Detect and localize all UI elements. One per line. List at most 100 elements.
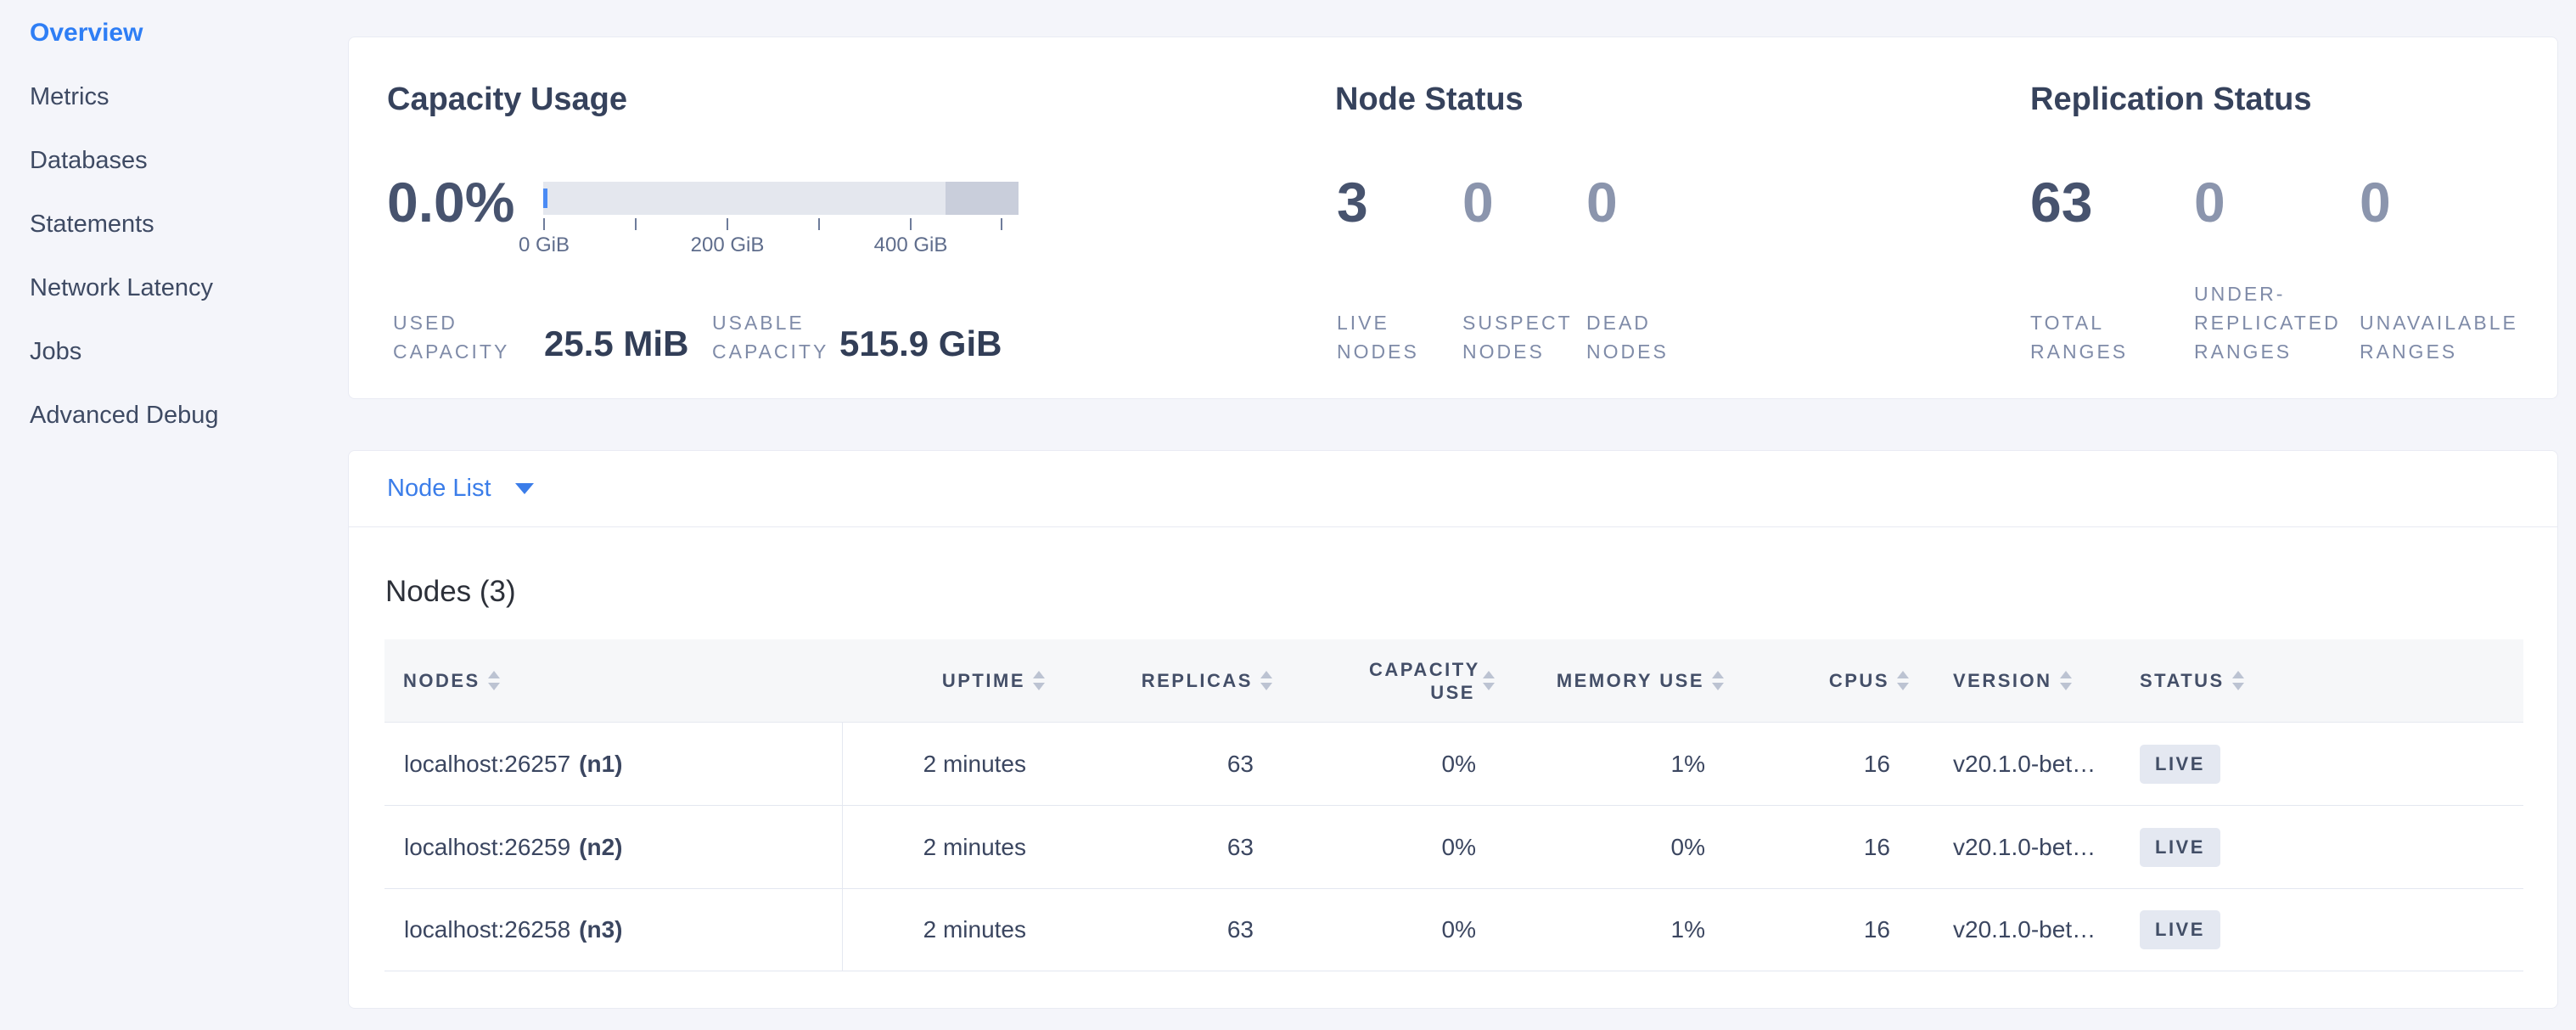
gauge-tick-label-200: 200 GiB — [691, 234, 765, 257]
table-row-node-3[interactable]: localhost:26258 (n3) 2 minutes 63 0% 1% … — [384, 889, 2523, 971]
gauge-tick — [818, 218, 820, 230]
gauge-tick-label-400: 400 GiB — [874, 234, 948, 257]
column-header-label: MEMORY USE — [1557, 670, 1704, 692]
sidebar-item-jobs[interactable]: Jobs — [0, 339, 348, 364]
memory-use-cell: 0% — [1505, 806, 1734, 888]
gauge-tick-label-0: 0 GiB — [519, 234, 570, 257]
under-replicated-ranges-count: 0 — [2194, 172, 2225, 233]
total-ranges-label: TOTAL RANGES — [2030, 308, 2153, 366]
live-nodes-count: 3 — [1337, 172, 1368, 233]
replication-status-title: Replication Status — [2030, 82, 2312, 117]
replicas-cell: 63 — [1055, 806, 1282, 888]
suspect-nodes-label: SUSPECT NODES — [1462, 308, 1594, 366]
node-id: (n2) — [579, 834, 622, 861]
status-cell: LIVE — [2114, 806, 2523, 888]
node-id: (n3) — [579, 916, 622, 943]
capacity-used-percent: 0.0% — [387, 172, 514, 233]
memory-use-cell: 1% — [1505, 723, 1734, 805]
table-row-node-2[interactable]: localhost:26259 (n2) 2 minutes 63 0% 0% … — [384, 806, 2523, 889]
gauge-tick — [635, 218, 637, 230]
suspect-nodes-count: 0 — [1462, 172, 1494, 233]
node-status-title: Node Status — [1335, 82, 1524, 117]
node-address: localhost:26257 — [404, 751, 570, 778]
column-header-label: NODES — [403, 670, 480, 692]
status-cell: LIVE — [2114, 723, 2523, 805]
version-cell: v20.1.0-bet… — [1919, 723, 2114, 805]
unavailable-ranges-label: UNAVAILABLE RANGES — [2360, 308, 2563, 366]
capacity-gauge-reserved-segment — [946, 182, 1019, 215]
replicas-cell: 63 — [1055, 889, 1282, 971]
used-capacity-value: 25.5 MiB — [544, 324, 688, 364]
nodes-table: NODES UPTIME REPLICAS CAPACITY USE MEMOR… — [384, 639, 2523, 971]
sidebar-item-databases[interactable]: Databases — [0, 148, 348, 173]
sidebar-item-statements[interactable]: Statements — [0, 211, 348, 237]
usable-capacity-value: 515.9 GiB — [839, 324, 1002, 364]
sort-icon — [1712, 671, 1724, 690]
live-nodes-label: LIVE NODES — [1337, 308, 1460, 366]
column-header-label: UPTIME — [942, 670, 1025, 692]
column-header-status[interactable]: STATUS — [2114, 639, 2523, 722]
column-header-label: VERSION — [1953, 670, 2052, 692]
cpus-cell: 16 — [1734, 889, 1919, 971]
sidebar-item-metrics[interactable]: Metrics — [0, 84, 348, 110]
dead-nodes-label: DEAD NODES — [1586, 308, 1701, 366]
column-header-uptime[interactable]: UPTIME — [843, 639, 1055, 722]
column-header-memory-use[interactable]: MEMORY USE — [1505, 639, 1734, 722]
sidebar-item-overview[interactable]: Overview — [0, 20, 348, 46]
sidebar-item-advanced-debug[interactable]: Advanced Debug — [0, 402, 348, 428]
capacity-gauge — [543, 182, 1019, 215]
column-header-label: CAPACITY USE — [1369, 658, 1475, 704]
sort-icon — [2232, 671, 2244, 690]
sort-icon — [1897, 671, 1909, 690]
status-badge: LIVE — [2140, 828, 2220, 867]
uptime-cell: 2 minutes — [843, 806, 1055, 888]
node-list-dropdown-label: Node List — [387, 475, 491, 503]
column-header-nodes[interactable]: NODES — [384, 639, 843, 722]
node-address-cell: localhost:26259 (n2) — [384, 806, 843, 888]
column-header-version[interactable]: VERSION — [1919, 639, 2114, 722]
status-badge: LIVE — [2140, 745, 2220, 784]
sidebar-item-network-latency[interactable]: Network Latency — [0, 275, 348, 301]
gauge-tick — [1001, 218, 1002, 230]
uptime-cell: 2 minutes — [843, 889, 1055, 971]
capacity-use-cell: 0% — [1282, 806, 1505, 888]
column-header-capacity-use[interactable]: CAPACITY USE — [1282, 639, 1505, 722]
column-header-replicas[interactable]: REPLICAS — [1055, 639, 1282, 722]
capacity-gauge-used-segment — [543, 189, 547, 208]
sort-icon — [1483, 671, 1495, 690]
column-header-label: STATUS — [2140, 670, 2225, 692]
uptime-cell: 2 minutes — [843, 723, 1055, 805]
gauge-tick — [543, 218, 545, 230]
status-badge: LIVE — [2140, 910, 2220, 949]
cluster-summary-card: Capacity Usage 0.0% 0 GiB 200 GiB 400 Gi… — [348, 37, 2558, 399]
node-address: localhost:26259 — [404, 834, 570, 861]
usable-capacity-label: USABLE CAPACITY — [712, 308, 861, 366]
sort-icon — [2060, 671, 2072, 690]
version-cell: v20.1.0-bet… — [1919, 806, 2114, 888]
total-ranges-count: 63 — [2030, 172, 2092, 233]
column-header-label: CPUS — [1829, 670, 1889, 692]
node-list-dropdown[interactable]: Node List — [349, 451, 2557, 527]
cpus-cell: 16 — [1734, 806, 1919, 888]
sort-icon — [1260, 671, 1272, 690]
node-id: (n1) — [579, 751, 622, 778]
unavailable-ranges-count: 0 — [2360, 172, 2391, 233]
table-row-node-1[interactable]: localhost:26257 (n1) 2 minutes 63 0% 1% … — [384, 723, 2523, 806]
sidebar: Overview Metrics Databases Statements Ne… — [0, 0, 348, 466]
nodes-heading: Nodes (3) — [385, 575, 2557, 609]
column-header-label: REPLICAS — [1142, 670, 1253, 692]
column-header-cpus[interactable]: CPUS — [1734, 639, 1919, 722]
sort-icon — [488, 671, 500, 690]
gauge-tick — [910, 218, 912, 230]
version-cell: v20.1.0-bet… — [1919, 889, 2114, 971]
nodes-table-header: NODES UPTIME REPLICAS CAPACITY USE MEMOR… — [384, 639, 2523, 723]
sort-icon — [1033, 671, 1045, 690]
node-address-cell: localhost:26257 (n1) — [384, 723, 843, 805]
gauge-tick — [727, 218, 728, 230]
cpus-cell: 16 — [1734, 723, 1919, 805]
memory-use-cell: 1% — [1505, 889, 1734, 971]
capacity-use-cell: 0% — [1282, 889, 1505, 971]
under-replicated-ranges-label: UNDER-REPLICATED RANGES — [2194, 279, 2372, 366]
status-cell: LIVE — [2114, 889, 2523, 971]
node-address: localhost:26258 — [404, 916, 570, 943]
